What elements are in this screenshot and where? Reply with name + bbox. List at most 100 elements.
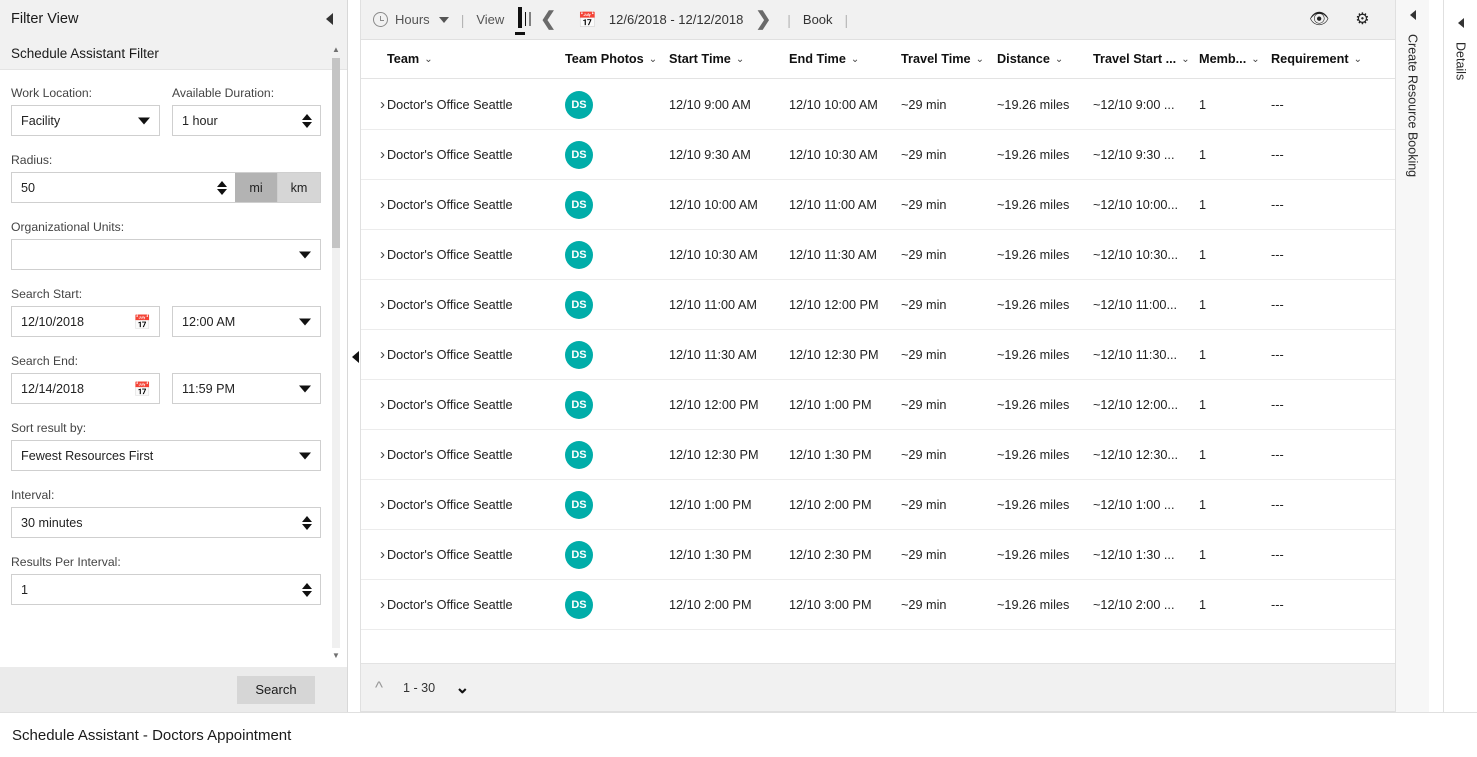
avatar[interactable]: DS [565, 390, 593, 419]
interval-stepper-icon[interactable] [302, 515, 312, 530]
column-header-start[interactable]: Start Time ⌄ [669, 52, 789, 66]
view-label[interactable]: View [476, 12, 504, 27]
filter-scrollbar-thumb[interactable] [332, 58, 340, 248]
details-rail[interactable]: Details [1443, 0, 1477, 712]
chevron-down-icon[interactable]: ⌄ [649, 54, 657, 65]
column-header-distance[interactable]: Distance ⌄ [997, 52, 1093, 66]
interval-stepper[interactable]: 30 minutes [11, 507, 321, 538]
chevron-down-icon[interactable]: ⌄ [1354, 54, 1361, 65]
panel-divider-collapse-handle[interactable] [349, 348, 361, 366]
date-range-label[interactable]: 12/6/2018 - 12/12/2018 [609, 12, 743, 27]
column-header-requirement[interactable]: Requirement ⌄ [1271, 52, 1361, 66]
stepper-up-icon[interactable] [302, 582, 312, 589]
avatar[interactable]: DS [565, 90, 593, 119]
chevron-down-icon[interactable]: ⌄ [424, 54, 432, 65]
book-button[interactable]: Book [803, 12, 833, 27]
chevron-down-icon[interactable]: ⌄ [1181, 54, 1189, 65]
stepper-up-icon[interactable] [217, 180, 227, 187]
chevron-down-icon[interactable]: ⌄ [976, 54, 984, 65]
table-row[interactable]: › Doctor's Office Seattle DS 12/10 1:00 PM 1… [361, 480, 1409, 530]
chevron-down-icon[interactable]: ⌄ [736, 54, 744, 65]
search-start-time-select[interactable]: 12:00 AM [172, 306, 321, 337]
unit-km-button[interactable]: km [278, 172, 321, 203]
search-start-date-input[interactable]: 12/10/2018 📅 [11, 306, 160, 337]
stepper-up-icon[interactable] [302, 113, 312, 120]
filter-scrollbar[interactable]: ▲ ▼ [331, 44, 341, 660]
work-location-select[interactable]: Facility [11, 105, 160, 136]
search-end-date-input[interactable]: 12/14/2018 📅 [11, 373, 160, 404]
expand-row-icon[interactable]: › [367, 96, 387, 113]
collapse-left-arrow-icon[interactable] [1409, 10, 1416, 20]
calendar-icon[interactable]: 📅 [134, 382, 151, 396]
expand-row-icon[interactable]: › [367, 596, 387, 613]
table-row[interactable]: › Doctor's Office Seattle DS 12/10 11:30 AM… [361, 330, 1409, 380]
organizational-units-select[interactable] [11, 239, 321, 270]
calendar-icon[interactable]: 📅 [578, 11, 597, 29]
radius-stepper-icon[interactable] [217, 180, 227, 195]
next-period-button[interactable]: ❯ [751, 10, 775, 29]
expand-row-icon[interactable]: › [367, 196, 387, 213]
avatar[interactable]: DS [565, 540, 593, 569]
create-resource-booking-rail[interactable]: Create Resource Booking [1395, 0, 1429, 712]
stepper-down-icon[interactable] [302, 523, 312, 530]
chevron-down-icon[interactable]: ⌄ [1251, 54, 1259, 65]
table-row[interactable]: › Doctor's Office Seattle DS 12/10 12:00 PM… [361, 380, 1409, 430]
column-header-travel[interactable]: Travel Time ⌄ [901, 52, 997, 66]
avatar[interactable]: DS [565, 340, 593, 369]
chevron-down-icon[interactable]: ⌄ [851, 54, 859, 65]
expand-row-icon[interactable]: › [367, 546, 387, 563]
column-header-travel_start[interactable]: Travel Start ... ⌄ [1093, 52, 1199, 66]
calendar-icon[interactable]: 📅 [134, 315, 151, 329]
table-row[interactable]: › Doctor's Office Seattle DS 12/10 10:30 AM… [361, 230, 1409, 280]
avatar[interactable]: DS [565, 440, 593, 469]
table-row[interactable]: › Doctor's Office Seattle DS 12/10 2:00 PM 1… [361, 580, 1409, 630]
table-row[interactable]: › Doctor's Office Seattle DS 12/10 11:00 AM… [361, 280, 1409, 330]
table-row[interactable]: › Doctor's Office Seattle DS 12/10 9:30 AM 1… [361, 130, 1409, 180]
hours-dropdown[interactable]: Hours [373, 12, 449, 27]
collapse-left-arrow-icon[interactable] [1457, 18, 1464, 28]
column-header-end[interactable]: End Time ⌄ [789, 52, 901, 66]
expand-row-icon[interactable]: › [367, 246, 387, 263]
table-row[interactable]: › Doctor's Office Seattle DS 12/10 1:30 PM 1… [361, 530, 1409, 580]
grid-view-button[interactable] [515, 7, 526, 35]
collapse-left-arrow-icon[interactable] [326, 13, 333, 25]
avatar[interactable]: DS [565, 140, 593, 169]
avatar[interactable]: DS [565, 290, 593, 319]
stepper-up-icon[interactable] [302, 515, 312, 522]
sort-result-select[interactable]: Fewest Resources First [11, 440, 321, 471]
results-stepper-icon[interactable] [302, 582, 312, 597]
table-row[interactable]: › Doctor's Office Seattle DS 12/10 9:00 AM 1… [361, 80, 1409, 130]
expand-row-icon[interactable]: › [367, 496, 387, 513]
results-per-interval-stepper[interactable]: 1 [11, 574, 321, 605]
table-row[interactable]: › Doctor's Office Seattle DS 12/10 10:00 AM… [361, 180, 1409, 230]
expand-row-icon[interactable]: › [367, 146, 387, 163]
stepper-arrows-icon[interactable] [302, 113, 312, 128]
available-duration-stepper[interactable]: 1 hour [172, 105, 321, 136]
gear-icon[interactable]: ⚙ [1355, 11, 1369, 28]
expand-row-icon[interactable]: › [367, 296, 387, 313]
scroll-up-icon[interactable]: ▲ [331, 44, 341, 54]
column-header-team[interactable]: Team ⌄ [387, 52, 565, 66]
stepper-down-icon[interactable] [302, 590, 312, 597]
expand-row-icon[interactable]: › [367, 346, 387, 363]
pagination-next-button[interactable]: ⌄ [455, 679, 469, 696]
pagination-prev-button[interactable]: ^ [375, 679, 383, 696]
search-button[interactable]: Search [237, 675, 315, 704]
expand-row-icon[interactable]: › [367, 446, 387, 463]
avatar[interactable]: DS [565, 240, 593, 269]
avatar[interactable]: DS [565, 590, 593, 619]
radius-input[interactable]: 50 [11, 172, 235, 203]
expand-row-icon[interactable]: › [367, 396, 387, 413]
chevron-down-icon[interactable]: ⌄ [1055, 54, 1063, 65]
unit-mi-button[interactable]: mi [235, 172, 278, 203]
avatar[interactable]: DS [565, 190, 593, 219]
avatar[interactable]: DS [565, 490, 593, 519]
stepper-down-icon[interactable] [302, 121, 312, 128]
search-end-time-select[interactable]: 11:59 PM [172, 373, 321, 404]
table-row[interactable]: › Doctor's Office Seattle DS 12/10 12:30 PM… [361, 430, 1409, 480]
stepper-down-icon[interactable] [217, 188, 227, 195]
prev-period-button[interactable]: ❮ [536, 10, 560, 29]
column-header-photo[interactable]: Team Photos ⌄ [565, 52, 669, 66]
column-header-members[interactable]: Memb... ⌄ [1199, 52, 1271, 66]
scroll-down-icon[interactable]: ▼ [331, 650, 341, 660]
